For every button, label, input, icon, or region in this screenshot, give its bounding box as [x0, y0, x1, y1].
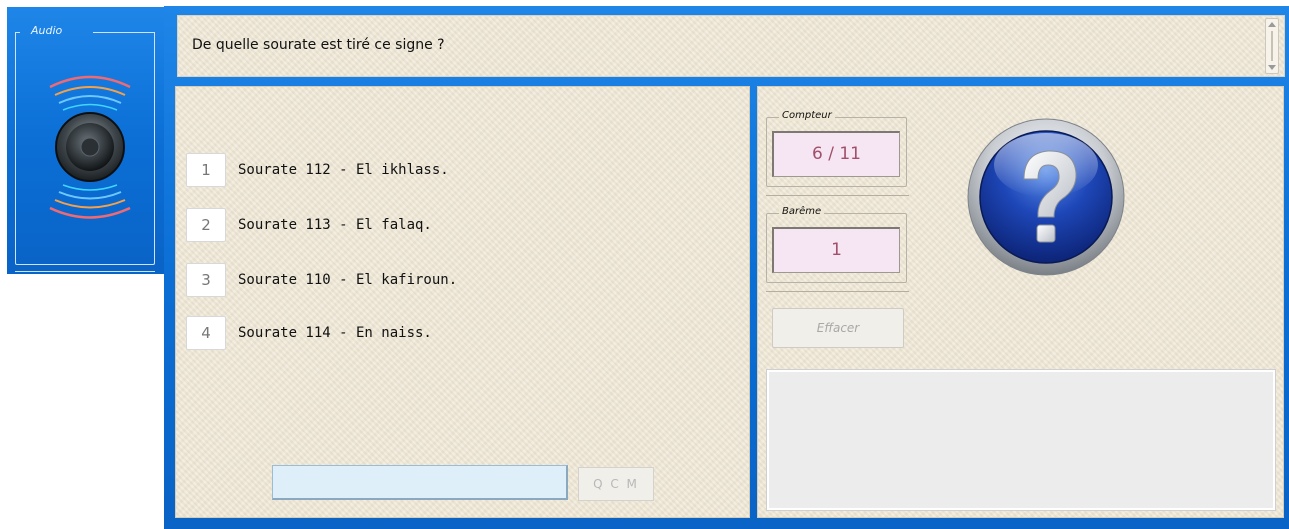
scroll-thumb[interactable]	[1271, 31, 1273, 61]
audio-panel: Audio	[7, 7, 164, 274]
separator	[766, 195, 909, 196]
answer-label[interactable]: Sourate 113 - El falaq.	[238, 217, 432, 233]
effacer-button[interactable]: Effacer	[772, 308, 904, 348]
separator	[766, 291, 909, 292]
answers-panel: 1 Sourate 112 - El ikhlass. 2 Sourate 11…	[175, 86, 750, 518]
scroll-down-icon[interactable]	[1268, 65, 1276, 70]
answer-number-box[interactable]: 3	[186, 263, 226, 297]
answer-label[interactable]: Sourate 112 - El ikhlass.	[238, 162, 449, 178]
scroll-up-icon[interactable]	[1268, 22, 1276, 27]
answer-number-box[interactable]: 2	[186, 208, 226, 242]
qcm-button[interactable]: Q C M	[578, 467, 654, 501]
answer-number-box[interactable]: 1	[186, 153, 226, 187]
answer-number-box[interactable]: 4	[186, 316, 226, 350]
question-bar: De quelle sourate est tiré ce signe ?	[177, 15, 1285, 77]
compteur-group: Compteur 6 / 11	[766, 110, 907, 187]
speaker-icon[interactable]	[35, 67, 145, 227]
message-box	[766, 369, 1276, 511]
answer-label[interactable]: Sourate 114 - En naiss.	[238, 325, 432, 341]
audio-divider	[15, 271, 155, 272]
compteur-value: 6 / 11	[772, 131, 900, 177]
score-panel: Compteur 6 / 11 Barême 1 Effacer	[757, 86, 1284, 518]
question-scrollbar[interactable]	[1265, 18, 1279, 74]
answer-input[interactable]	[272, 465, 568, 500]
question-text: De quelle sourate est tiré ce signe ?	[192, 37, 445, 53]
answer-label[interactable]: Sourate 110 - El kafiroun.	[238, 272, 457, 288]
bareme-legend: Barême	[779, 206, 825, 217]
bareme-group: Barême 1	[766, 206, 907, 283]
question-mark-icon[interactable]	[966, 117, 1126, 277]
bareme-value: 1	[772, 227, 900, 273]
compteur-legend: Compteur	[779, 110, 835, 121]
audio-legend: Audio	[31, 24, 63, 37]
